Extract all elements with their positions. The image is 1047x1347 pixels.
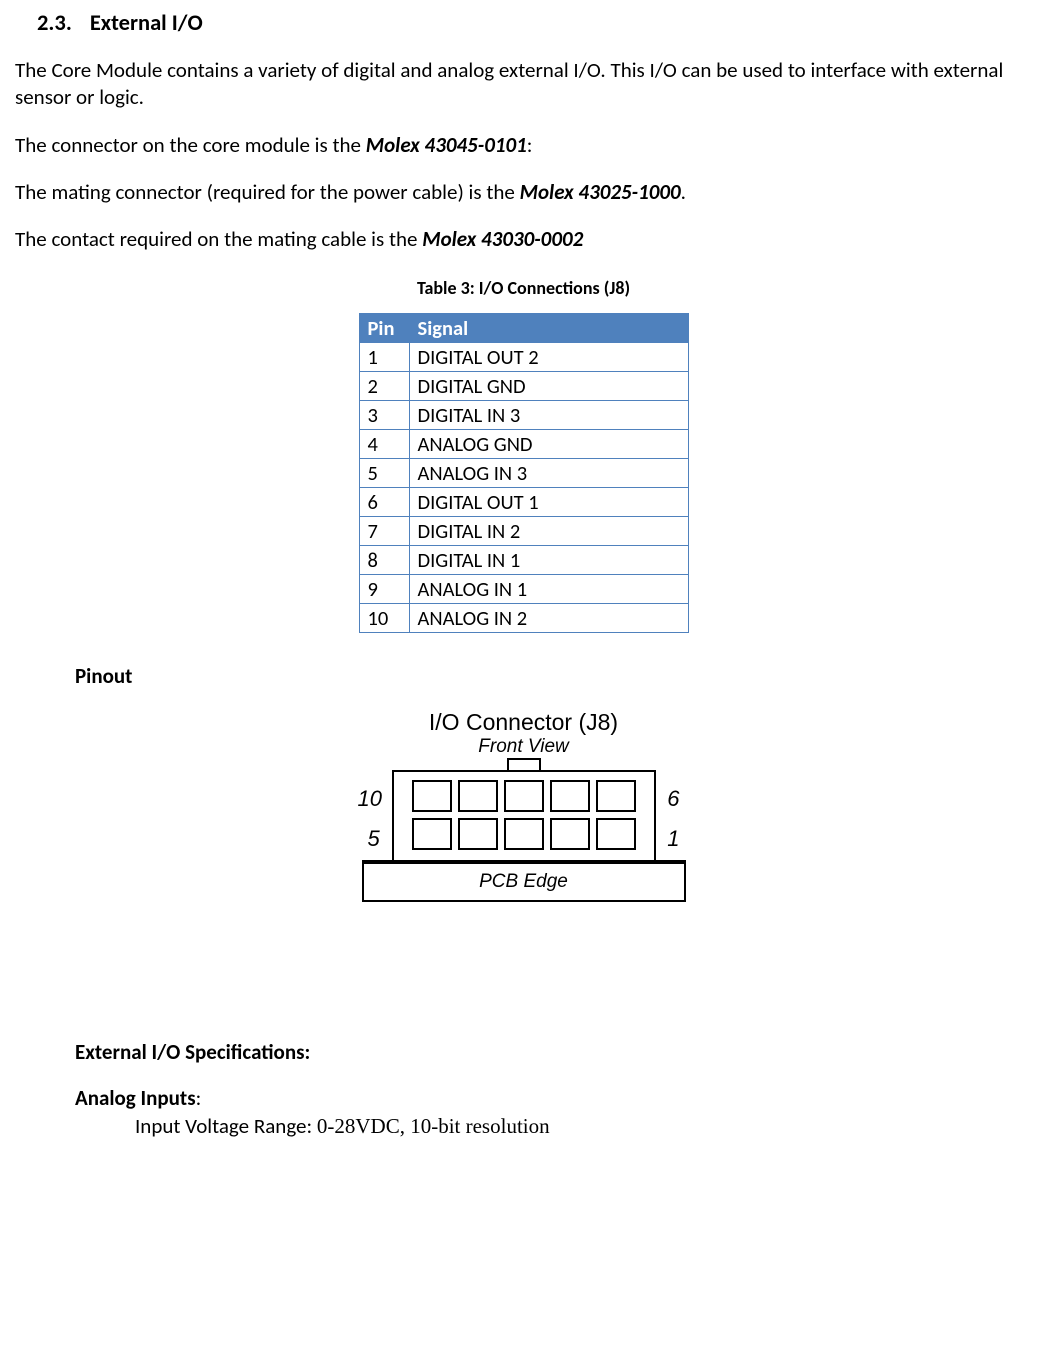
cell-signal: ANALOG IN 3: [409, 459, 688, 488]
section-number: 2.3.: [37, 10, 72, 37]
cell-pin: 3: [359, 401, 409, 430]
paragraph-contact: The contact required on the mating cable…: [15, 226, 1032, 253]
cell-signal: ANALOG GND: [409, 430, 688, 459]
table-row: 1DIGITAL OUT 2: [359, 343, 688, 372]
specs-heading: External I/O Specifications:: [75, 1039, 1032, 1065]
text: Input Voltage Range:: [135, 1113, 317, 1139]
cell-pin: 8: [359, 546, 409, 575]
pin-box: [412, 780, 452, 812]
cell-pin: 6: [359, 488, 409, 517]
pin-box: [504, 780, 544, 812]
cell-signal: ANALOG IN 2: [409, 604, 688, 633]
part-number: Molex 43045-0101: [366, 132, 527, 158]
paragraph-intro: The Core Module contains a variety of di…: [15, 57, 1032, 112]
table-row: 6DIGITAL OUT 1: [359, 488, 688, 517]
header-signal: Signal: [409, 314, 688, 343]
pin-row-top: [404, 780, 644, 812]
text: Analog Inputs: [75, 1085, 196, 1111]
cell-signal: ANALOG IN 1: [409, 575, 688, 604]
section-title: External I/O: [90, 10, 203, 37]
table-row: 4ANALOG GND: [359, 430, 688, 459]
connector-notch: [507, 758, 541, 770]
cell-pin: 7: [359, 517, 409, 546]
cell-pin: 1: [359, 343, 409, 372]
text: The connector on the core module is the: [15, 132, 366, 158]
cell-signal: DIGITAL OUT 1: [409, 488, 688, 517]
pin-box: [458, 780, 498, 812]
pin-box: [550, 818, 590, 850]
pin-box: [596, 780, 636, 812]
connector-body: 10 6 5 1: [392, 770, 656, 862]
pin-box: [458, 818, 498, 850]
paragraph-connector: The connector on the core module is the …: [15, 132, 1032, 159]
part-number: Molex 43030-0002: [422, 226, 583, 252]
analog-input-range: Input Voltage Range: 0-28VDC, 10-bit res…: [135, 1113, 1032, 1139]
text: .: [681, 179, 686, 205]
text: :: [527, 132, 533, 158]
section-heading: 2.3. External I/O: [37, 10, 1032, 37]
pin-box: [596, 818, 636, 850]
pin-table: Pin Signal 1DIGITAL OUT 2 2DIGITAL GND 3…: [359, 313, 689, 633]
header-pin: Pin: [359, 314, 409, 343]
pin-label-6: 6: [667, 786, 679, 812]
cell-signal: DIGITAL IN 3: [409, 401, 688, 430]
diagram-subtitle: Front View: [354, 736, 694, 758]
cell-pin: 2: [359, 372, 409, 401]
table-row: 2DIGITAL GND: [359, 372, 688, 401]
pin-box: [412, 818, 452, 850]
cell-signal: DIGITAL OUT 2: [409, 343, 688, 372]
cell-pin: 5: [359, 459, 409, 488]
text: 0-28VDC, 10-bit resolution: [317, 1114, 550, 1138]
pin-box: [550, 780, 590, 812]
connector-diagram: I/O Connector (J8) Front View 10 6 5 1: [15, 709, 1032, 969]
pin-label-5: 5: [368, 826, 380, 852]
table-row: 9ANALOG IN 1: [359, 575, 688, 604]
cell-pin: 4: [359, 430, 409, 459]
cell-pin: 10: [359, 604, 409, 633]
cell-pin: 9: [359, 575, 409, 604]
table-caption: Table 3: I/O Connections (J8): [15, 277, 1032, 299]
cell-signal: DIGITAL IN 1: [409, 546, 688, 575]
part-number: Molex 43025-1000: [520, 179, 681, 205]
table-row: 7DIGITAL IN 2: [359, 517, 688, 546]
table-row: 5ANALOG IN 3: [359, 459, 688, 488]
cell-signal: DIGITAL IN 2: [409, 517, 688, 546]
table-row: 8DIGITAL IN 1: [359, 546, 688, 575]
pin-row-bottom: [404, 818, 644, 850]
text: The mating connector (required for the p…: [15, 179, 520, 205]
analog-inputs-heading: Analog Inputs:: [75, 1085, 1032, 1111]
table-row: 3DIGITAL IN 3: [359, 401, 688, 430]
pinout-heading: Pinout: [75, 663, 1032, 689]
text: :: [196, 1085, 202, 1111]
pin-label-10: 10: [358, 786, 382, 812]
diagram-title: I/O Connector (J8): [354, 709, 694, 736]
pin-box: [504, 818, 544, 850]
table-header-row: Pin Signal: [359, 314, 688, 343]
table-row: 10ANALOG IN 2: [359, 604, 688, 633]
text: The contact required on the mating cable…: [15, 226, 422, 252]
pin-label-1: 1: [667, 826, 679, 852]
cell-signal: DIGITAL GND: [409, 372, 688, 401]
pcb-edge-label: PCB Edge: [362, 860, 686, 902]
paragraph-mating-connector: The mating connector (required for the p…: [15, 179, 1032, 206]
